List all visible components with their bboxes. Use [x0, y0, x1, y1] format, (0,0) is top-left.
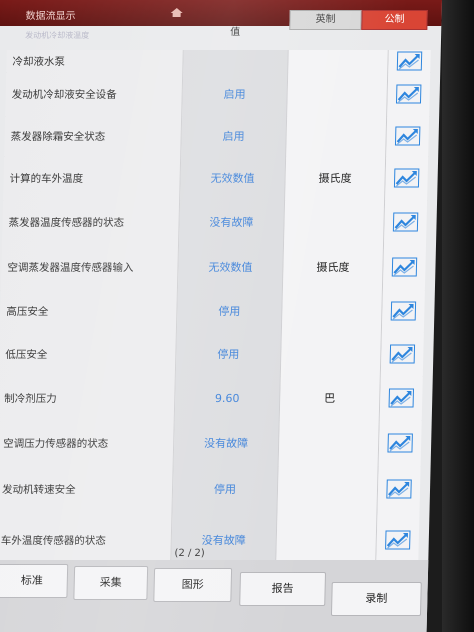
record-button[interactable]: 录制: [330, 582, 422, 616]
parameter-name: 空调蒸发器温度传感器输入: [0, 244, 180, 290]
parameter-name: 低压安全: [0, 332, 178, 376]
parameter-unit: 巴: [279, 376, 382, 420]
table-row[interactable]: 空调蒸发器温度传感器输入 无效数值 摄氏度: [0, 244, 427, 291]
trend-chart-icon[interactable]: [386, 116, 430, 156]
table-row[interactable]: 计算的车外温度 无效数值 摄氏度: [3, 156, 429, 201]
page-indicator: (2 / 2): [174, 548, 205, 559]
screen-bezel: [442, 0, 474, 632]
parameter-unit: [285, 116, 388, 156]
parameter-name: 空调压力传感器的状态: [0, 420, 175, 466]
trend-chart-icon[interactable]: [388, 50, 431, 72]
parameter-value: 没有故障: [173, 420, 280, 466]
parameter-value: 停用: [177, 290, 283, 332]
parameter-name: 蒸发器温度传感器的状态: [2, 200, 181, 244]
parameter-unit: [287, 50, 389, 72]
parameter-name: 蒸发器除霜安全状态: [4, 116, 183, 156]
parameter-value: 没有故障: [179, 200, 285, 244]
parameter-name: 制冷剂压力: [0, 376, 176, 420]
parameter-name: 发动机转速安全: [0, 466, 174, 512]
parameter-unit: [286, 72, 389, 116]
table-row[interactable]: 制冷剂压力 9.60 巴: [0, 376, 423, 421]
trend-chart-icon[interactable]: [385, 156, 429, 200]
imperial-units-tab[interactable]: 英制: [289, 10, 362, 30]
parameter-name: 计算的车外温度: [3, 156, 182, 200]
parameter-unit: [283, 200, 386, 244]
parameter-name: 冷却液水泵: [6, 50, 184, 72]
parameter-value: 9.60: [174, 376, 281, 420]
value-column-header: 值: [230, 27, 241, 38]
graph-button[interactable]: 图形: [153, 568, 233, 602]
parameter-value: 停用: [172, 466, 279, 512]
screen: 数据流显示 值 英制 公制 发动机冷却液温度 冷却液水泵 发动机冷却液安全设备 启用…: [0, 0, 474, 632]
parameter-value: 无效数值: [180, 156, 286, 200]
metric-units-tab[interactable]: 公制: [361, 10, 428, 30]
capture-button[interactable]: 采集: [73, 566, 149, 600]
trend-chart-icon[interactable]: [387, 72, 431, 116]
parameter-unit: [281, 290, 384, 332]
parameter-name: 发动机冷却液安全设备: [5, 72, 184, 116]
trend-chart-icon[interactable]: [379, 376, 423, 420]
parameter-value: 停用: [175, 332, 282, 376]
table-row[interactable]: 空调压力传感器的状态 没有故障: [0, 420, 422, 467]
trend-chart-icon[interactable]: [383, 244, 427, 290]
table-row[interactable]: 高压安全 停用: [0, 290, 425, 333]
table-row[interactable]: 蒸发器温度传感器的状态 没有故障: [2, 200, 428, 245]
parameter-value: 启用: [182, 72, 288, 116]
data-stream-panel: 数据流显示 值 英制 公制 发动机冷却液温度 冷却液水泵 发动机冷却液安全设备 启用…: [0, 0, 443, 632]
parameter-unit: 摄氏度: [282, 244, 385, 290]
table-row[interactable]: 发动机转速安全 停用: [0, 466, 421, 513]
subtitle: 发动机冷却液温度: [25, 31, 90, 40]
parameter-unit: [278, 420, 380, 466]
parameter-value: 无效数值: [178, 244, 284, 290]
trend-chart-icon[interactable]: [381, 332, 424, 376]
table-row[interactable]: 蒸发器除霜安全状态 启用: [4, 116, 430, 157]
table-row[interactable]: 冷却液水泵: [6, 50, 431, 73]
parameter-unit: 摄氏度: [284, 156, 387, 200]
table-row[interactable]: 低压安全 停用: [0, 332, 424, 377]
parameter-value: [183, 50, 289, 72]
trend-chart-icon[interactable]: [384, 200, 428, 244]
parameter-unit: [280, 332, 383, 376]
parameter-value: 启用: [181, 116, 287, 156]
trend-chart-icon[interactable]: [382, 290, 425, 332]
footer-toolbar: 标准 采集 图形 报告 录制: [0, 560, 429, 632]
trend-chart-icon[interactable]: [378, 420, 422, 466]
table-row[interactable]: 发动机冷却液安全设备 启用: [5, 72, 431, 117]
standard-button[interactable]: 标准: [0, 564, 69, 598]
parameter-unit: [277, 466, 379, 512]
trend-chart-icon[interactable]: [377, 466, 421, 512]
report-button[interactable]: 报告: [239, 572, 327, 606]
parameter-name: 高压安全: [0, 290, 179, 332]
